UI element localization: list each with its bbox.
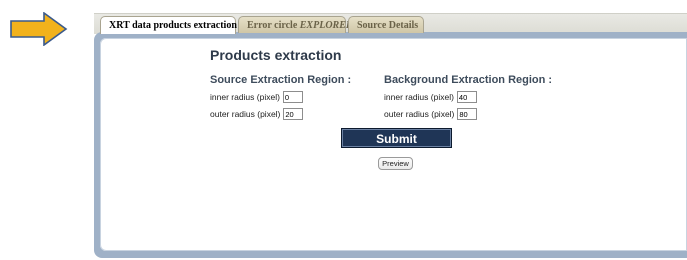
tab-xrt-products-extraction[interactable]: XRT data products extraction (100, 16, 237, 34)
page: XRT data products extraction Error circl… (0, 0, 687, 260)
background-outer-radius-label: outer radius (pixel) (384, 109, 455, 119)
background-outer-radius-input[interactable] (457, 108, 478, 120)
source-outer-radius-row: outer radius (pixel) (210, 108, 304, 120)
right-arrow-icon (10, 12, 68, 46)
page-title: Products extraction (210, 47, 342, 63)
tab-label: Error circle (247, 20, 300, 31)
source-outer-radius-input[interactable] (283, 108, 304, 120)
tab-label-emphasis: EXPLORER (299, 20, 353, 31)
source-inner-radius-row: inner radius (pixel) (210, 91, 303, 103)
background-region-heading: Background Extraction Region : (384, 74, 553, 86)
source-region-heading: Source Extraction Region : (210, 74, 352, 86)
background-inner-radius-input[interactable] (456, 91, 477, 103)
tab-label: XRT data products extraction (109, 20, 237, 31)
background-inner-radius-label: inner radius (pixel) (384, 92, 454, 102)
source-inner-radius-input[interactable] (282, 91, 303, 103)
tab-error-circle-explorer[interactable]: Error circle EXPLORER (238, 16, 353, 33)
tab-label: Source Details (357, 20, 419, 31)
source-inner-radius-label: inner radius (pixel) (210, 92, 280, 102)
preview-button[interactable]: Preview (378, 157, 413, 170)
submit-button[interactable]: Submit (341, 128, 452, 148)
background-outer-radius-row: outer radius (pixel) (384, 108, 478, 120)
background-inner-radius-row: inner radius (pixel) (384, 91, 477, 103)
tab-source-details[interactable]: Source Details (348, 16, 424, 33)
source-outer-radius-label: outer radius (pixel) (210, 109, 281, 119)
